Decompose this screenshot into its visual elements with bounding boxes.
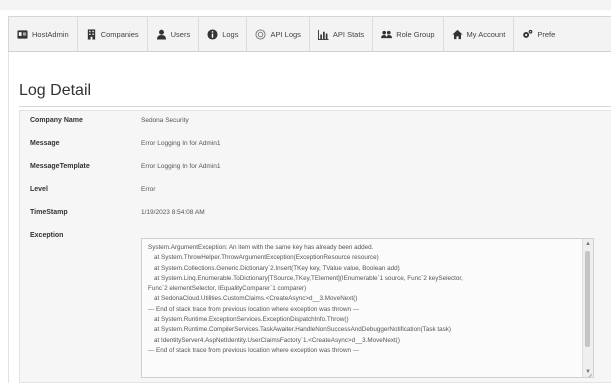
nav-label: HostAdmin — [32, 29, 69, 39]
exception-text: System.ArgumentException: An item with t… — [142, 239, 593, 356]
scroll-up-icon[interactable]: ▲ — [583, 239, 593, 249]
exception-line: System.ArgumentException: An item with t… — [148, 244, 374, 251]
level-label: Level — [30, 186, 48, 193]
exception-scrollbar[interactable]: ▲ ▼ — [582, 239, 593, 377]
detail-row-message-template: MessageTemplate Error Logging In for Adm… — [20, 157, 611, 179]
top-strip — [0, 0, 611, 10]
level-value: Error — [141, 186, 156, 193]
message-template-value: Error Logging In for Admin1 — [141, 163, 221, 170]
message-label: Message — [30, 140, 60, 147]
exception-textarea[interactable]: System.ArgumentException: An item with t… — [141, 238, 594, 378]
company-name-value: Sedona Security — [141, 117, 189, 124]
exception-line: at SedonaCloud.Utilities.CustomClaims.<C… — [154, 295, 358, 303]
message-value: Error Logging In for Admin1 — [141, 140, 221, 147]
nav-item-users[interactable]: Users — [148, 17, 200, 51]
exception-line: --- End of stack trace from previous loc… — [148, 346, 360, 354]
exception-label: Exception — [30, 232, 64, 239]
nav-item-api-logs[interactable]: API Logs — [247, 17, 310, 51]
exception-line: Func`2 elementSelector, IEqualityCompare… — [148, 285, 307, 293]
cogs-icon — [522, 29, 533, 40]
exception-line: at IdentityServer4.AspNetIdentity.UserCl… — [154, 336, 400, 344]
resize-handle-icon[interactable] — [584, 368, 593, 377]
exception-line: --- End of stack trace from previous loc… — [148, 305, 360, 313]
detail-row-message: Message Error Logging In for Admin1 — [20, 134, 611, 156]
nav-label: Prefe — [537, 29, 556, 39]
title-divider — [19, 106, 611, 107]
nav-label: Role Group — [396, 29, 435, 39]
exception-line: at System.ThrowHelper.ThrowArgumentExcep… — [154, 254, 379, 262]
info-icon — [207, 28, 218, 40]
message-template-label: MessageTemplate — [30, 163, 90, 170]
users-icon — [381, 29, 393, 40]
exception-line: at System.Linq.Enumerable.ToDictionary[T… — [154, 274, 463, 282]
bar-chart-icon — [317, 29, 329, 40]
log-detail-panel: Company Name Sedona Security Message Err… — [19, 110, 611, 383]
nav-label: Companies — [100, 29, 139, 39]
api-icon — [255, 28, 267, 40]
nav-item-api-stats[interactable]: API Stats — [310, 17, 374, 51]
scroll-thumb[interactable] — [585, 251, 590, 347]
nav-label: API Stats — [332, 29, 365, 39]
nav-label: Users — [170, 29, 191, 39]
exception-line: at System.Runtime.CompilerServices.TaskA… — [154, 326, 452, 334]
nav-label: API Logs — [270, 29, 301, 39]
main-navbar: HostAdmin Companies Users Logs API Logs … — [8, 16, 611, 52]
building-icon — [86, 28, 97, 40]
company-name-label: Company Name — [30, 117, 83, 124]
nav-item-logs[interactable]: Logs — [199, 17, 248, 51]
detail-row-timestamp: TimeStamp 1/19/2023 8:54:08 AM — [20, 203, 611, 225]
nav-label: Logs — [222, 29, 239, 39]
nav-item-preferences[interactable]: Prefe — [514, 17, 563, 51]
timestamp-value: 1/19/2023 8:54:08 AM — [141, 209, 205, 216]
content-area: Log Detail Company Name Sedona Security … — [8, 52, 611, 383]
nav-item-role-group[interactable]: Role Group — [373, 17, 444, 51]
nav-item-hostadmin[interactable]: HostAdmin — [9, 17, 78, 51]
nav-item-companies[interactable]: Companies — [78, 17, 148, 51]
exception-line: at System.Collections.Generic.Dictionary… — [154, 264, 400, 272]
id-card-icon — [17, 29, 28, 40]
timestamp-label: TimeStamp — [30, 209, 68, 216]
detail-row-level: Level Error — [20, 180, 611, 202]
nav-label: My Account — [466, 29, 506, 39]
nav-item-my-account[interactable]: My Account — [444, 17, 515, 51]
user-icon — [156, 29, 167, 40]
page-title: Log Detail — [19, 82, 92, 99]
home-icon — [452, 29, 463, 40]
exception-line: at System.Runtime.ExceptionServices.Exce… — [154, 316, 349, 324]
detail-row-company-name: Company Name Sedona Security — [20, 111, 611, 133]
